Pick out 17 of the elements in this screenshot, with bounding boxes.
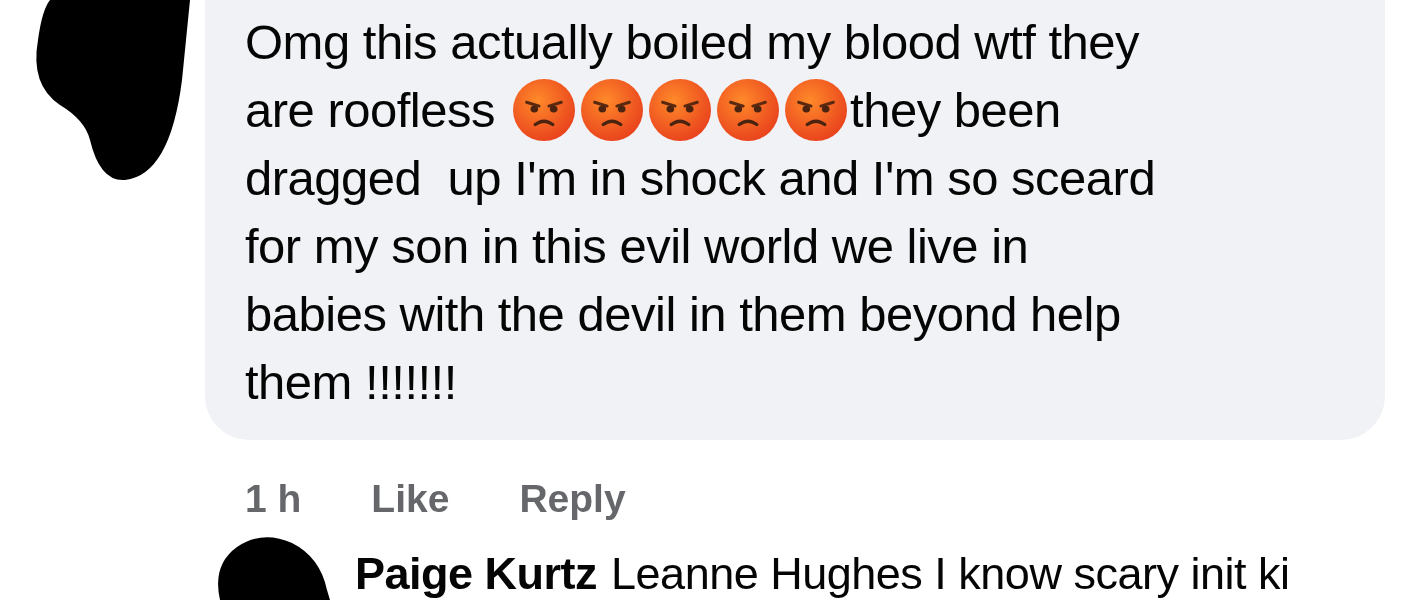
author-name[interactable]: Paige Kurtz: [355, 550, 598, 598]
angry-face-icon: [581, 79, 643, 141]
comment-text: Omg this actually boiled my blood wtf they: [245, 14, 1140, 71]
angry-face-icon: [513, 79, 575, 141]
action-link[interactable]: Reply: [519, 470, 626, 529]
comment-text: are roofless: [245, 82, 495, 139]
comment-text: dragged up I'm in shock and I'm so sceard: [245, 150, 1156, 207]
action-link[interactable]: Like: [371, 470, 450, 529]
reply-text: Leanne Hughes I know scary init ki: [611, 550, 1290, 598]
comment-text: them !!!!!!!: [245, 354, 457, 411]
angry-face-icon: [649, 79, 711, 141]
comment-text: for my son in this evil world we live in: [245, 218, 1029, 275]
comment-text: they been: [850, 82, 1061, 139]
comment-text: babies with the devil in them beyond help: [245, 286, 1121, 343]
timestamp: 1 h: [245, 476, 302, 522]
angry-face-icon: [717, 79, 779, 141]
angry-face-icon: [785, 79, 847, 141]
